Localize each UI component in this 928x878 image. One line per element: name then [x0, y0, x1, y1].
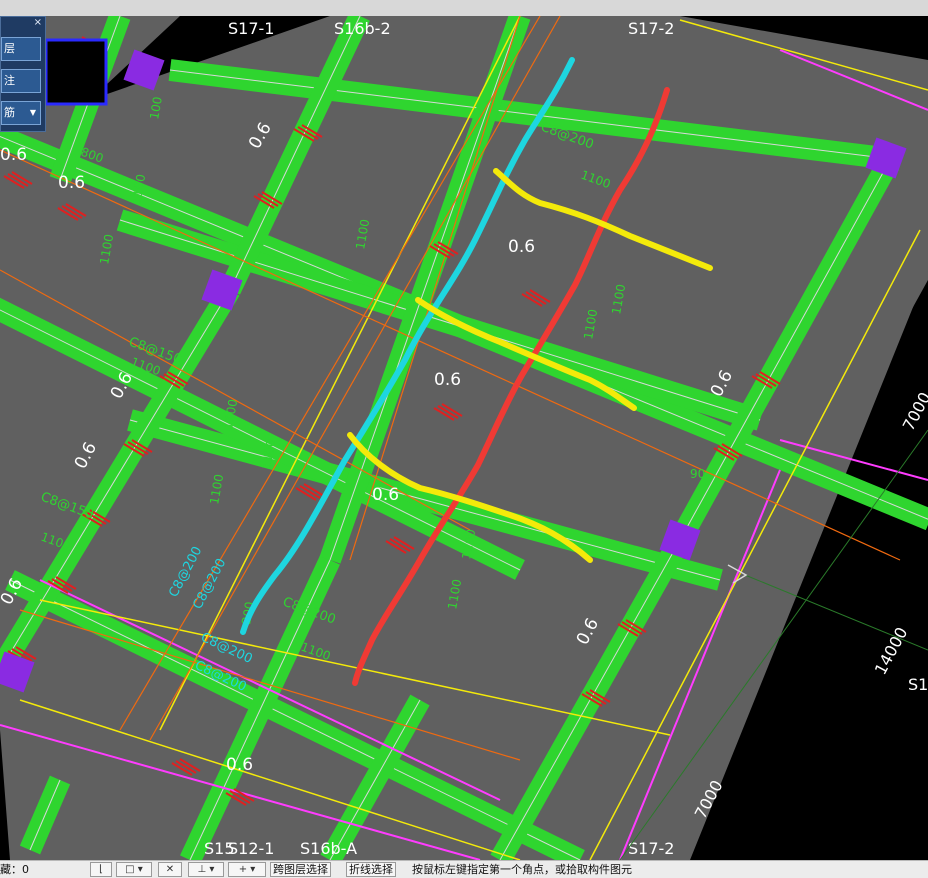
dimension-label: 14000 — [871, 624, 912, 678]
panel-button-layer[interactable]: 层 — [1, 37, 41, 61]
panel-button-annotate[interactable]: 注 — [1, 69, 41, 93]
panel-button-annotate-label: 注 — [4, 74, 15, 87]
select-box-icon[interactable]: □ ▾ — [116, 862, 152, 877]
axis-label-top: S16b-2 — [334, 19, 391, 38]
slope-label: 0.6 — [226, 755, 253, 775]
cross-layer-select-button[interactable]: 跨图层选择 — [270, 862, 331, 877]
slope-label: 0.6 — [434, 370, 461, 390]
panel-button-rebar-label: 筋 — [4, 106, 15, 119]
drawing-svg: S17-1 S16b-2 S17-2S15S12-1 S16b-A S17-2S1700… — [0, 16, 928, 860]
pointer-tool-icon[interactable]: ⌊ — [90, 862, 112, 877]
panel-close-icon[interactable]: × — [34, 17, 42, 29]
top-toolbar-strip — [0, 0, 928, 16]
slope-label: 0.6 — [58, 173, 85, 193]
axis-label-bottom: S12-1 — [228, 839, 274, 858]
slope-label: 0.6 — [0, 145, 27, 165]
status-left-text: 藏：0 — [0, 863, 29, 876]
status-bar: 藏：0 ⌊ □ ▾ ✕ ⊥ ▾ + ▾ 跨图层选择 折线选择 按鼠标左键指定第一… — [0, 860, 928, 878]
length-label: 90 — [690, 467, 705, 481]
slope-label: 0.6 — [372, 485, 399, 505]
floating-tool-panel: × 层 注 筋 ▼ — [0, 16, 46, 132]
chevron-down-icon: ▼ — [29, 108, 36, 117]
axis-label-right: S1 — [908, 675, 928, 694]
axis-label-top: S17-2 — [628, 19, 674, 38]
slope-label: 0.6 — [508, 237, 535, 257]
cad-drawing-canvas[interactable]: S17-1 S16b-2 S17-2 S15 S12-1 S16b-A S17-2 S1 700… — [0, 16, 928, 860]
cross-select-icon[interactable]: ✕ — [158, 862, 182, 877]
status-prompt: 按鼠标左键指定第一个角点，或拾取构件图元 — [412, 863, 632, 876]
panel-button-layer-label: 层 — [4, 42, 15, 55]
opening — [44, 38, 108, 106]
axis-label-bottom: S17-2 — [628, 839, 674, 858]
snap-mode-icon[interactable]: ⊥ ▾ — [188, 862, 224, 877]
axis-label-bottom: S16b-A — [300, 839, 357, 858]
panel-button-rebar[interactable]: 筋 ▼ — [1, 101, 41, 125]
ortho-mode-icon[interactable]: + ▾ — [228, 862, 266, 877]
axis-label-top: S17-1 — [228, 19, 274, 38]
dimension-label: 7000 — [899, 389, 928, 434]
polyline-select-button[interactable]: 折线选择 — [346, 862, 396, 877]
